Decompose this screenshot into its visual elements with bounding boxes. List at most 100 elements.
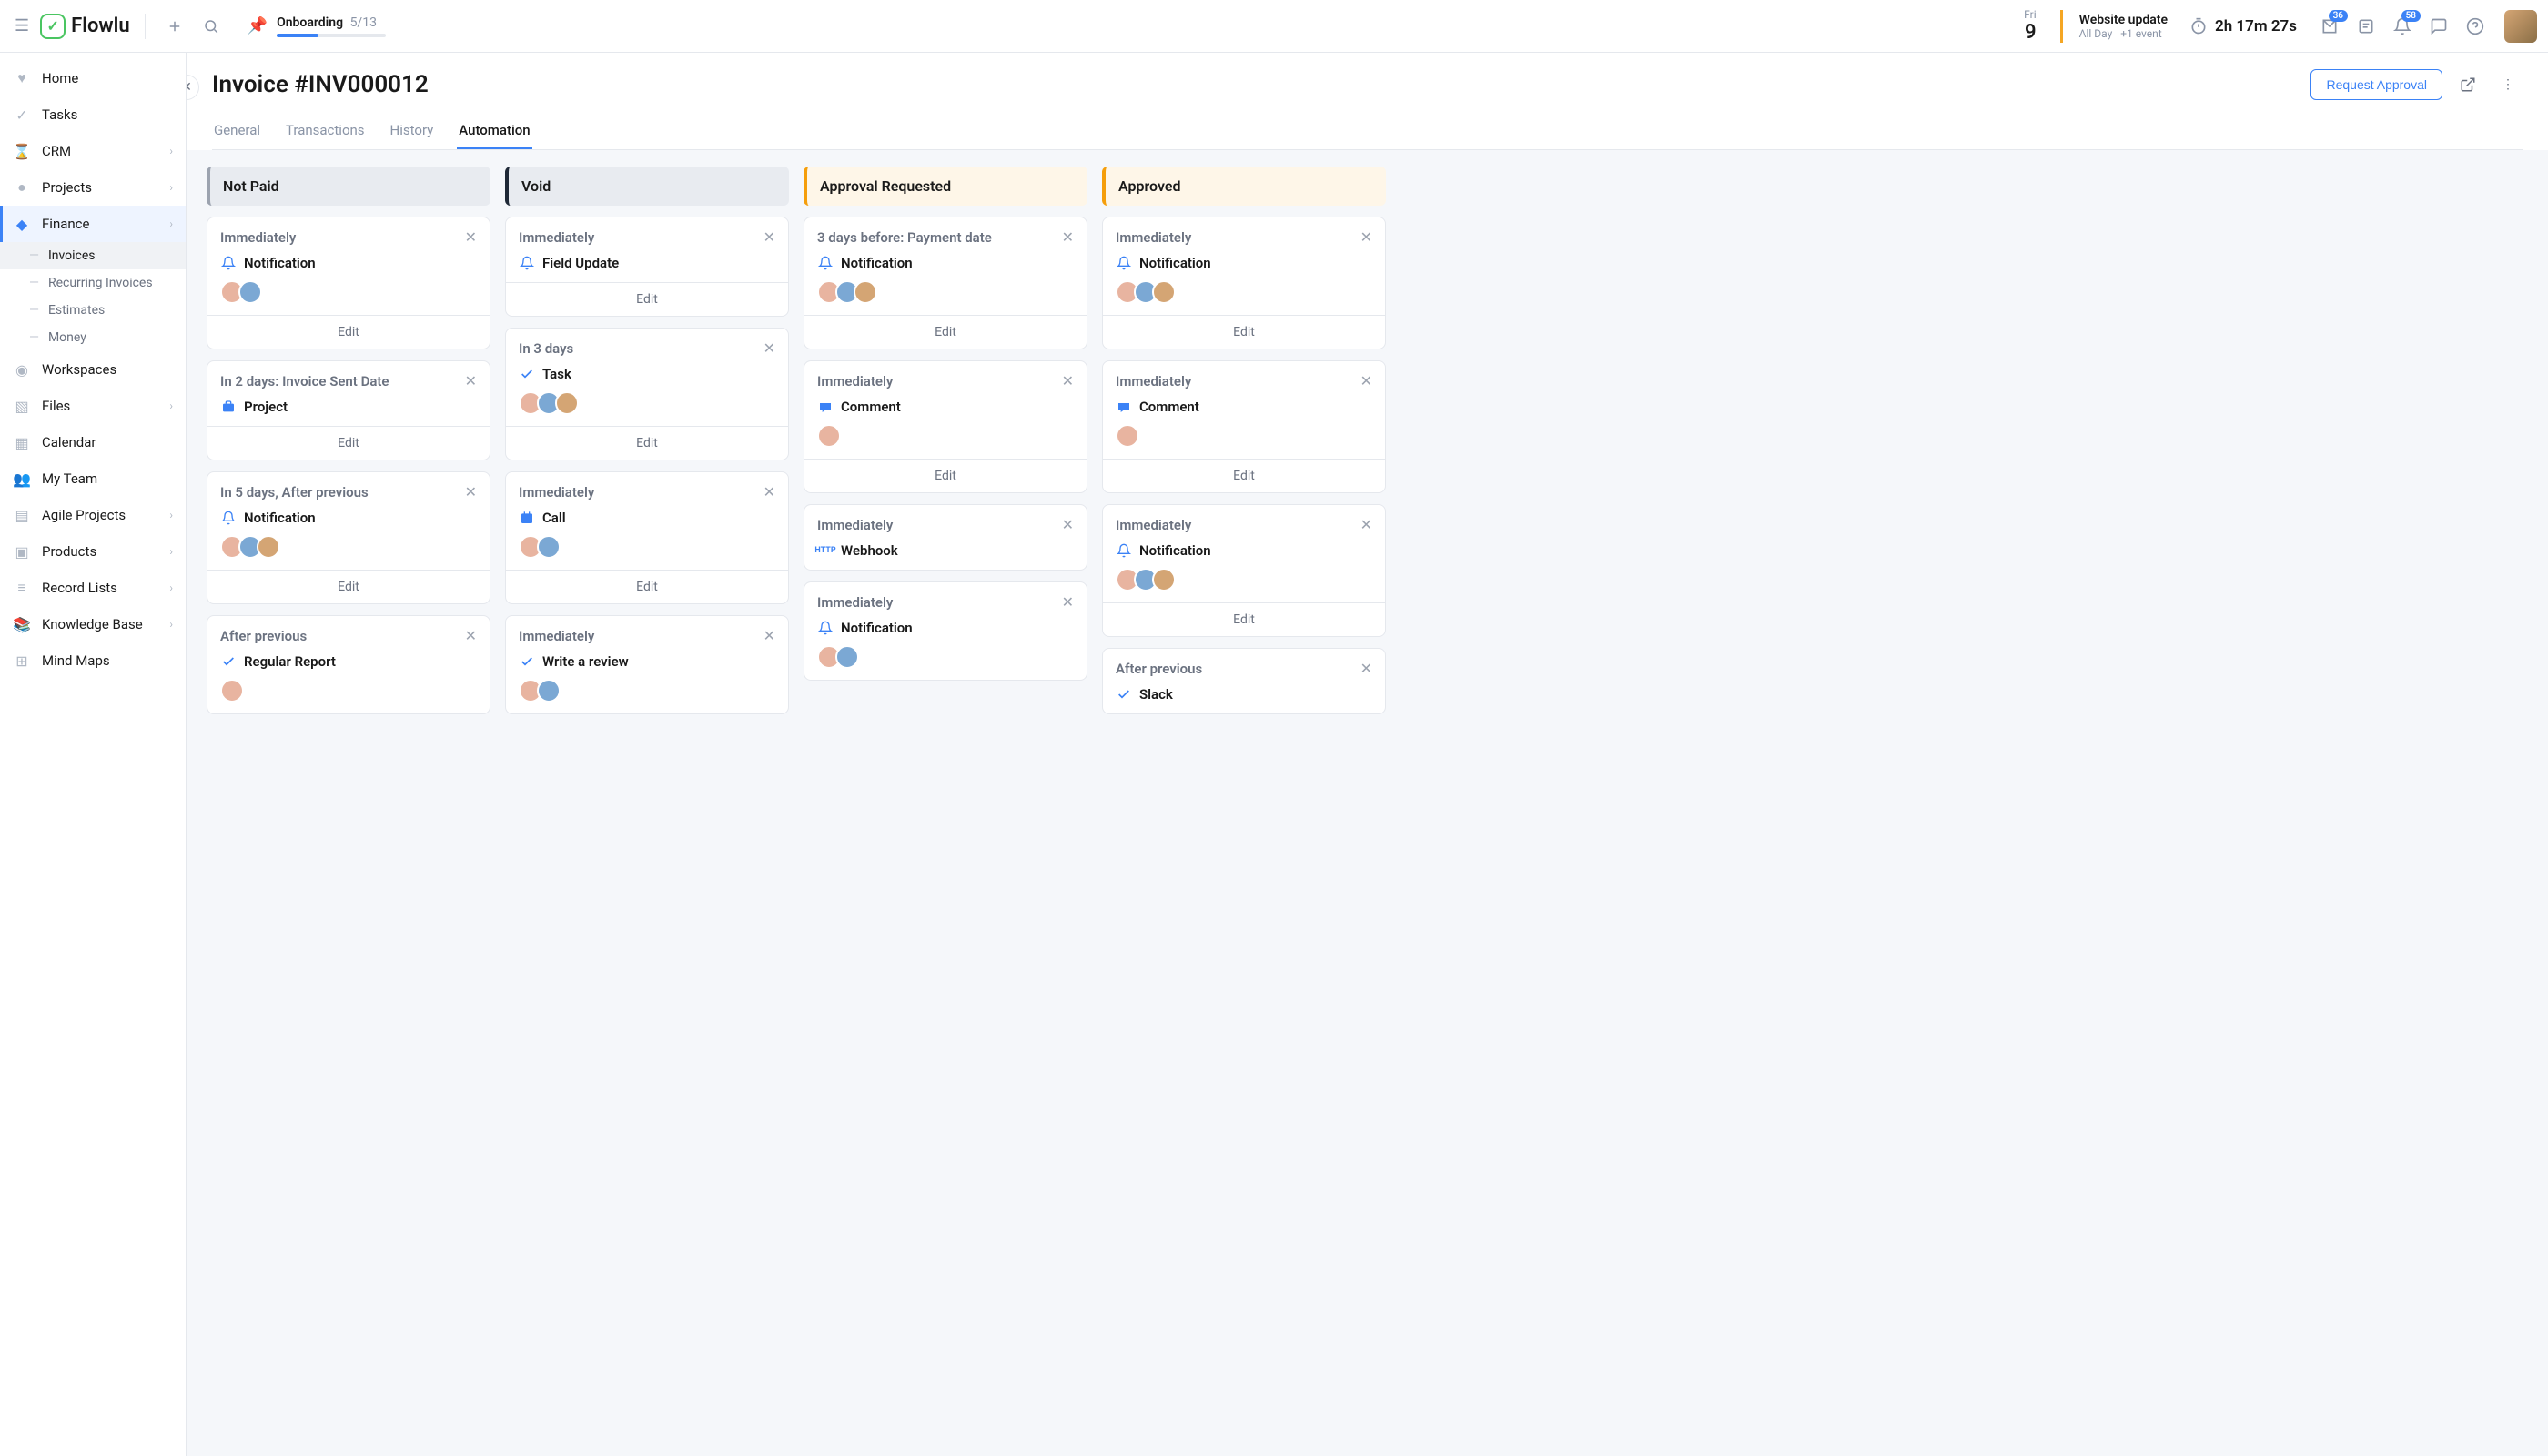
card-edit-button[interactable]: Edit: [804, 315, 1087, 349]
sidebar-item-calendar[interactable]: ▦Calendar: [0, 424, 186, 460]
column-header[interactable]: Approved: [1102, 167, 1386, 206]
close-icon[interactable]: ✕: [1360, 372, 1372, 389]
sidebar-item-my-team[interactable]: 👥My Team: [0, 460, 186, 497]
close-icon[interactable]: ✕: [465, 483, 477, 500]
close-icon[interactable]: ✕: [1062, 372, 1074, 389]
bell-icon: [817, 255, 834, 271]
automation-card[interactable]: 3 days before: Payment date ✕ Notificati…: [804, 217, 1087, 349]
card-edit-button[interactable]: Edit: [804, 459, 1087, 492]
tab-history[interactable]: History: [389, 113, 436, 149]
menu-toggle-icon[interactable]: ☰: [11, 13, 33, 39]
help-button[interactable]: [2461, 12, 2490, 41]
sidebar-item-agile-projects[interactable]: ▤Agile Projects›: [0, 497, 186, 533]
sidebar-item-projects[interactable]: ●Projects›: [0, 169, 186, 206]
automation-card[interactable]: In 3 days ✕ Task Edit: [505, 328, 789, 460]
automation-card[interactable]: After previous ✕ Slack: [1102, 648, 1386, 714]
automation-card[interactable]: In 5 days, After previous ✕ Notification…: [207, 471, 490, 604]
inbox-button[interactable]: 36: [2315, 12, 2344, 41]
sidebar-item-files[interactable]: ▧Files›: [0, 388, 186, 424]
tab-transactions[interactable]: Transactions: [284, 113, 367, 149]
automation-card[interactable]: Immediately ✕ Notification Edit: [1102, 217, 1386, 349]
sidebar-subitem-estimates[interactable]: —Estimates: [0, 297, 186, 324]
sidebar-subitem-money[interactable]: —Money: [0, 324, 186, 351]
more-options-button[interactable]: ⋮: [2493, 70, 2523, 99]
sidebar-item-workspaces[interactable]: ◉Workspaces: [0, 351, 186, 388]
sidebar-item-mind-maps[interactable]: ⊞Mind Maps: [0, 642, 186, 679]
automation-card[interactable]: Immediately ✕ Field Update Edit: [505, 217, 789, 317]
column-header[interactable]: Approval Requested: [804, 167, 1087, 206]
sidebar-item-record-lists[interactable]: ≡Record Lists›: [0, 570, 186, 606]
search-button[interactable]: [197, 12, 226, 41]
card-timing: In 2 days: Invoice Sent Date: [220, 373, 389, 389]
tab-automation[interactable]: Automation: [457, 113, 531, 149]
close-icon[interactable]: ✕: [1062, 593, 1074, 611]
automation-card[interactable]: Immediately ✕ Comment Edit: [1102, 360, 1386, 493]
close-icon[interactable]: ✕: [1360, 516, 1372, 533]
column-header[interactable]: Void: [505, 167, 789, 206]
card-edit-button[interactable]: Edit: [506, 570, 788, 603]
card-edit-button[interactable]: Edit: [506, 282, 788, 316]
automation-card[interactable]: In 2 days: Invoice Sent Date ✕ Project E…: [207, 360, 490, 460]
automation-card[interactable]: Immediately ✕ HTTP Webhook: [804, 504, 1087, 571]
automation-card[interactable]: Immediately ✕ Notification Edit: [1102, 504, 1386, 637]
app-logo[interactable]: ✓ Flowlu: [40, 14, 130, 39]
sidebar-item-crm[interactable]: ⌛CRM›: [0, 133, 186, 169]
automation-card[interactable]: Immediately ✕ Call Edit: [505, 471, 789, 604]
content-area: ✕ Invoice #INV000012 Request Approval ⋮ …: [187, 53, 2548, 1456]
bell-icon: [1116, 542, 1132, 559]
sidebar-item-knowledge-base[interactable]: 📚Knowledge Base›: [0, 606, 186, 642]
close-icon[interactable]: ✕: [763, 339, 775, 357]
close-icon[interactable]: ✕: [1360, 660, 1372, 677]
automation-card[interactable]: Immediately ✕ Comment Edit: [804, 360, 1087, 493]
user-avatar[interactable]: [2504, 10, 2537, 43]
avatar: [817, 424, 841, 448]
card-edit-button[interactable]: Edit: [207, 570, 490, 603]
card-action-label: Regular Report: [244, 653, 336, 670]
onboarding-widget[interactable]: 📌 Onboarding 5/13: [248, 15, 386, 37]
sidebar-item-finance[interactable]: ◆Finance›: [0, 206, 186, 242]
timer-widget[interactable]: 2h 17m 27s: [2189, 17, 2297, 35]
card-edit-button[interactable]: Edit: [1103, 602, 1385, 636]
page-header: Invoice #INV000012 Request Approval ⋮ Ge…: [187, 53, 2548, 150]
sidebar-subitem-invoices[interactable]: —Invoices: [0, 242, 186, 269]
close-icon[interactable]: ✕: [763, 627, 775, 644]
card-edit-button[interactable]: Edit: [207, 426, 490, 460]
open-external-button[interactable]: [2453, 70, 2482, 99]
sidebar-item-products[interactable]: ▣Products›: [0, 533, 186, 570]
close-icon[interactable]: ✕: [763, 483, 775, 500]
close-icon[interactable]: ✕: [465, 627, 477, 644]
card-timing: In 5 days, After previous: [220, 484, 369, 500]
bell-icon: [220, 255, 237, 271]
automation-card[interactable]: Immediately ✕ Notification Edit: [207, 217, 490, 349]
automation-card[interactable]: Immediately ✕ Notification: [804, 581, 1087, 681]
tab-general[interactable]: General: [212, 113, 262, 149]
notes-button[interactable]: [2351, 12, 2381, 41]
automation-card[interactable]: Immediately ✕ Write a review: [505, 615, 789, 714]
card-avatars: [817, 424, 1074, 448]
sidebar-subitem-recurring-invoices[interactable]: —Recurring Invoices: [0, 269, 186, 297]
request-approval-button[interactable]: Request Approval: [2310, 69, 2442, 100]
close-icon[interactable]: ✕: [763, 228, 775, 246]
close-icon[interactable]: ✕: [1062, 516, 1074, 533]
sidebar-item-tasks[interactable]: ✓Tasks: [0, 96, 186, 133]
card-edit-button[interactable]: Edit: [1103, 459, 1385, 492]
close-icon[interactable]: ✕: [465, 228, 477, 246]
card-action-label: Notification: [244, 255, 316, 271]
close-icon[interactable]: ✕: [1360, 228, 1372, 246]
close-icon[interactable]: ✕: [1062, 228, 1074, 246]
pin-icon: 📌: [248, 16, 268, 35]
chat-button[interactable]: [2424, 12, 2453, 41]
close-icon[interactable]: ✕: [465, 372, 477, 389]
automation-card[interactable]: After previous ✕ Regular Report: [207, 615, 490, 714]
nav-icon: ▤: [13, 506, 31, 524]
date-widget[interactable]: Fri 9: [2024, 8, 2036, 44]
card-edit-button[interactable]: Edit: [1103, 315, 1385, 349]
event-widget[interactable]: Website update All Day +1 event: [2079, 13, 2168, 40]
notifications-button[interactable]: 58: [2388, 12, 2417, 41]
card-edit-button[interactable]: Edit: [207, 315, 490, 349]
nav-icon: ≡: [13, 579, 31, 597]
card-edit-button[interactable]: Edit: [506, 426, 788, 460]
sidebar-item-home[interactable]: ♥Home: [0, 60, 186, 96]
add-button[interactable]: [160, 12, 189, 41]
column-header[interactable]: Not Paid: [207, 167, 490, 206]
